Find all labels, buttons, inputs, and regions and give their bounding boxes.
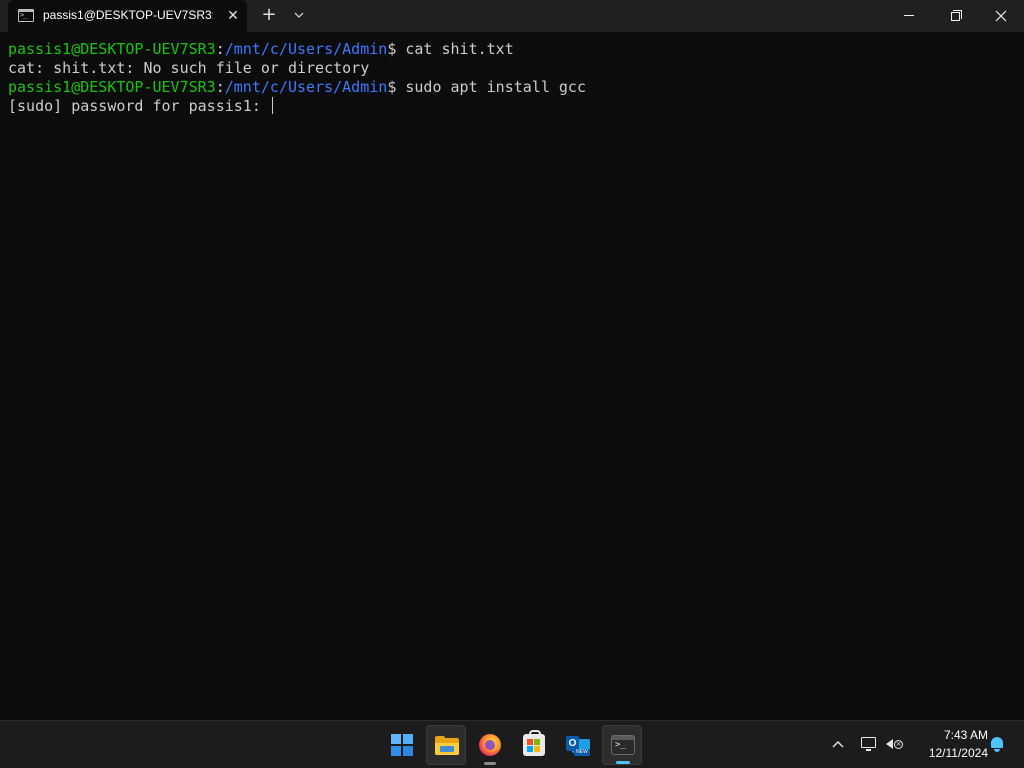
clock[interactable]: 7:43 AM 12/11/2024	[912, 726, 988, 762]
volume-muted-icon[interactable]: ×	[884, 734, 906, 754]
prompt-user: passis1@DESKTOP-UEV7SR3	[8, 40, 216, 58]
firefox-icon	[479, 734, 501, 756]
prompt-path: /mnt/c/Users/Admin	[224, 78, 388, 96]
taskbar-terminal[interactable]: >_	[602, 725, 642, 765]
restore-icon	[951, 12, 960, 21]
outlook-new-badge: NEW	[574, 749, 590, 756]
close-window-button[interactable]	[978, 0, 1024, 32]
close-tab-button[interactable]: ✕	[222, 5, 244, 27]
prompt-symbol: $	[387, 40, 406, 58]
folder-icon	[435, 736, 459, 755]
output-text: cat: shit.txt: No such file or directory	[8, 59, 370, 77]
restore-button[interactable]	[932, 0, 978, 32]
windows-logo-icon	[391, 734, 413, 756]
taskbar-file-explorer[interactable]	[426, 725, 466, 765]
minimize-icon	[904, 15, 914, 16]
terminal-output[interactable]: passis1@DESKTOP-UEV7SR3:/mnt/c/Users/Adm…	[0, 32, 1024, 720]
store-icon	[523, 730, 545, 756]
command-text: cat shit.txt	[405, 40, 514, 58]
title-bar: passis1@DESKTOP-UEV7SR3: , ✕ +	[0, 0, 1024, 32]
tab-title: passis1@DESKTOP-UEV7SR3: ,	[43, 8, 213, 22]
chevron-down-icon	[294, 12, 304, 18]
terminal-icon	[18, 9, 34, 22]
text-cursor	[271, 97, 273, 114]
start-button[interactable]	[382, 725, 422, 765]
taskbar-microsoft-store[interactable]	[514, 725, 554, 765]
new-tab-button[interactable]: +	[258, 4, 280, 26]
clock-time: 7:43 AM	[943, 728, 988, 742]
tab-dropdown-button[interactable]	[288, 4, 310, 26]
prompt-user: passis1@DESKTOP-UEV7SR3	[8, 78, 216, 96]
prompt-symbol: $	[387, 78, 406, 96]
password-prompt: [sudo] password for passis1:	[8, 97, 270, 115]
taskbar-outlook[interactable]: O NEW	[558, 725, 598, 765]
outlook-icon: O NEW	[566, 734, 590, 756]
prompt-path: /mnt/c/Users/Admin	[224, 40, 388, 58]
notification-bell-icon[interactable]	[988, 734, 1006, 754]
terminal-line: [sudo] password for passis1:	[8, 97, 273, 116]
minimize-button[interactable]	[886, 0, 932, 32]
active-indicator	[616, 761, 630, 764]
close-icon	[995, 10, 1007, 22]
clock-date: 12/11/2024	[928, 746, 988, 760]
tab-terminal[interactable]: passis1@DESKTOP-UEV7SR3: , ✕	[8, 0, 247, 32]
terminal-line: cat: shit.txt: No such file or directory	[8, 59, 369, 78]
prompt-separator: :	[215, 40, 225, 58]
terminal-line: passis1@DESKTOP-UEV7SR3:/mnt/c/Users/Adm…	[8, 40, 514, 59]
prompt-separator: :	[215, 78, 225, 96]
running-indicator	[484, 762, 496, 765]
taskbar-firefox[interactable]	[470, 725, 510, 765]
terminal-line: passis1@DESKTOP-UEV7SR3:/mnt/c/Users/Adm…	[8, 78, 586, 97]
terminal-app-icon: >_	[611, 735, 635, 755]
show-hidden-icons-button[interactable]	[828, 735, 848, 755]
command-text: sudo apt install gcc	[405, 78, 586, 96]
chevron-up-icon	[832, 741, 844, 748]
network-icon[interactable]	[858, 734, 880, 754]
